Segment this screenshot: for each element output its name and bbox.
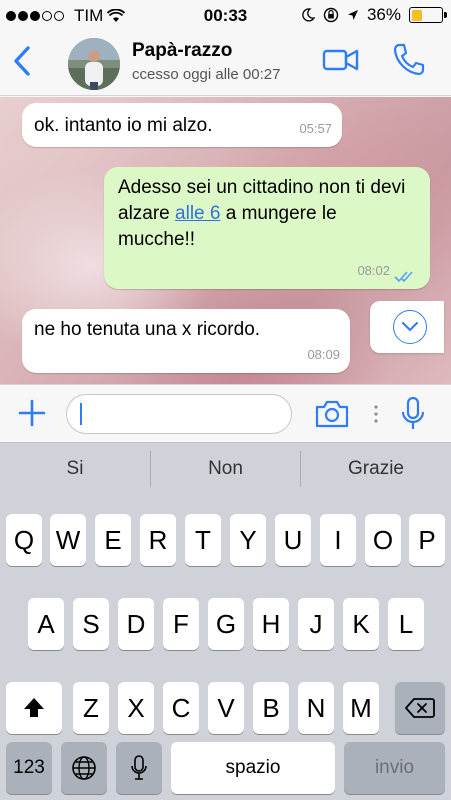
- key-o[interactable]: O: [365, 514, 401, 566]
- globe-key[interactable]: [61, 742, 107, 794]
- key-s[interactable]: S: [73, 598, 109, 650]
- video-camera-icon: [322, 49, 359, 71]
- message-text: ok. intanto io mi alzo.: [34, 115, 213, 136]
- key-d[interactable]: D: [118, 598, 154, 650]
- key-f[interactable]: F: [163, 598, 199, 650]
- chat-area[interactable]: ok. intanto io mi alzo. 05:57 Adesso sei…: [0, 97, 451, 384]
- message-time: 05:57: [299, 121, 332, 136]
- key-c[interactable]: C: [163, 682, 199, 734]
- prediction-2[interactable]: Non: [151, 443, 300, 495]
- date-link[interactable]: alle 6: [175, 203, 220, 224]
- last-seen-status: ccesso oggi alle 00:27: [132, 66, 281, 83]
- phone-icon: [393, 43, 425, 76]
- prediction-3[interactable]: Grazie: [301, 443, 451, 495]
- key-k[interactable]: K: [343, 598, 379, 650]
- key-p[interactable]: P: [409, 514, 445, 566]
- chevron-left-icon: [14, 46, 30, 76]
- key-r[interactable]: R: [140, 514, 176, 566]
- battery-percent: 36%: [366, 5, 401, 24]
- text-cursor: [80, 403, 82, 425]
- voice-message-button[interactable]: [398, 395, 428, 433]
- back-button[interactable]: [8, 44, 38, 78]
- key-a[interactable]: A: [28, 598, 64, 650]
- predictive-bar: Si Non Grazie: [0, 442, 451, 494]
- message-time: 08:09: [307, 347, 340, 362]
- key-e[interactable]: E: [95, 514, 131, 566]
- status-bar: TIM 00:33 36%: [0, 0, 451, 32]
- key-n[interactable]: N: [298, 682, 334, 734]
- shift-key[interactable]: [6, 682, 62, 734]
- key-t[interactable]: T: [185, 514, 221, 566]
- moon-icon: [302, 8, 315, 22]
- dictation-key[interactable]: [116, 742, 162, 794]
- key-j[interactable]: J: [298, 598, 334, 650]
- space-key[interactable]: spazio: [171, 742, 335, 794]
- incoming-message[interactable]: ne ho tenuta una x ricordo. 08:09: [22, 309, 350, 373]
- prediction-1[interactable]: Si: [0, 443, 150, 495]
- globe-icon: [72, 756, 96, 780]
- contact-name[interactable]: Papà-razzo: [132, 40, 232, 62]
- backspace-icon: [405, 698, 435, 718]
- key-w[interactable]: W: [50, 514, 86, 566]
- key-b[interactable]: B: [253, 682, 289, 734]
- voice-call-button[interactable]: [390, 40, 428, 78]
- key-h[interactable]: H: [253, 598, 289, 650]
- avatar-photo: [68, 38, 120, 90]
- location-arrow-icon: [347, 10, 358, 20]
- video-call-button[interactable]: [322, 46, 360, 74]
- chevron-down-icon: [402, 322, 418, 331]
- separator-dots: [374, 405, 378, 423]
- status-icons: 36%: [301, 5, 447, 25]
- microphone-icon: [401, 396, 425, 429]
- message-composer: [0, 384, 451, 442]
- battery-icon: [409, 7, 447, 23]
- rotation-lock-icon: [323, 7, 339, 23]
- incoming-message[interactable]: ok. intanto io mi alzo. 05:57: [22, 103, 342, 147]
- shift-icon: [24, 698, 44, 717]
- delete-key[interactable]: [395, 682, 445, 734]
- microphone-icon: [131, 755, 147, 780]
- camera-button[interactable]: [314, 399, 350, 429]
- message-input[interactable]: [66, 394, 292, 434]
- camera-icon: [315, 400, 349, 428]
- key-l[interactable]: L: [388, 598, 424, 650]
- contact-avatar[interactable]: [68, 38, 120, 90]
- battery-level: [411, 9, 422, 21]
- key-m[interactable]: M: [343, 682, 379, 734]
- read-receipt-icon: [394, 271, 413, 283]
- numbers-key[interactable]: 123: [6, 742, 52, 794]
- attach-button[interactable]: [16, 397, 48, 429]
- message-text: ne ho tenuta una x ricordo.: [34, 319, 261, 340]
- key-z[interactable]: Z: [73, 682, 109, 734]
- plus-icon: [18, 399, 46, 427]
- scroll-to-bottom-button[interactable]: [370, 301, 444, 353]
- key-v[interactable]: V: [208, 682, 244, 734]
- outgoing-message[interactable]: Adesso sei un cittadino non ti devi alza…: [104, 167, 430, 289]
- keyboard: Si Non Grazie Q W E R T Y U I O P A S D …: [0, 442, 451, 800]
- chat-header: Papà-razzo ccesso oggi alle 00:27: [0, 32, 451, 96]
- key-q[interactable]: Q: [6, 514, 42, 566]
- key-u[interactable]: U: [275, 514, 311, 566]
- message-time: 08:02: [357, 263, 390, 278]
- key-g[interactable]: G: [208, 598, 244, 650]
- key-x[interactable]: X: [118, 682, 154, 734]
- key-i[interactable]: I: [320, 514, 356, 566]
- key-y[interactable]: Y: [230, 514, 266, 566]
- return-key[interactable]: invio: [344, 742, 445, 794]
